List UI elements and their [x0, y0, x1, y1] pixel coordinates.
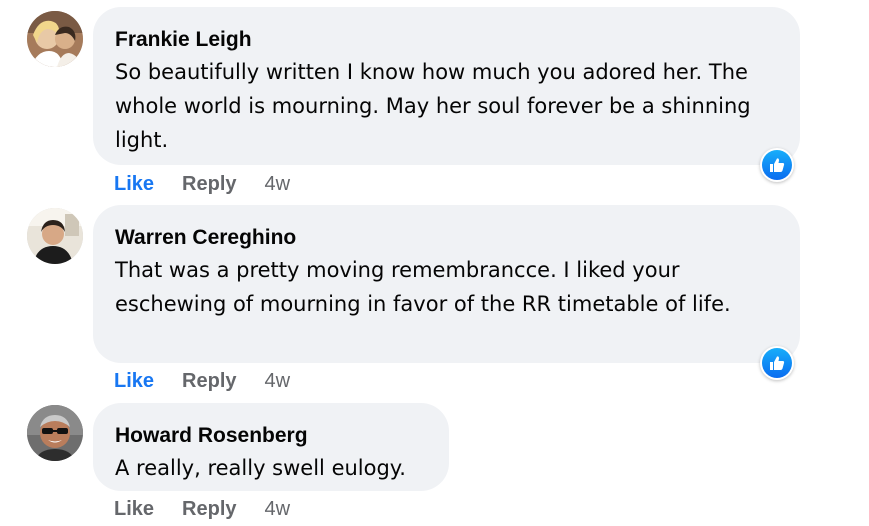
reaction-badge[interactable] — [760, 148, 794, 182]
comment-text: So beautifully written I know how much y… — [115, 60, 751, 152]
reply-button[interactable]: Reply — [182, 370, 236, 393]
comment-timestamp[interactable]: 4w — [265, 173, 291, 196]
comment-text: That was a pretty moving remembrancce. I… — [115, 258, 731, 316]
like-button[interactable]: Like — [114, 370, 154, 393]
comment-text: A really, really swell eulogy. — [115, 456, 406, 480]
like-button[interactable]: Like — [114, 498, 154, 521]
thumbs-up-icon — [770, 356, 785, 370]
reaction-badge[interactable] — [760, 346, 794, 380]
comment-bubble: Warren Cereghino That was a pretty movin… — [93, 205, 800, 363]
avatar[interactable] — [27, 208, 83, 264]
comment-bubble: Frankie Leigh So beautifully written I k… — [93, 7, 800, 165]
reply-button[interactable]: Reply — [182, 173, 236, 196]
comment-bubble: Howard Rosenberg A really, really swell … — [93, 403, 449, 491]
comment-timestamp[interactable]: 4w — [265, 370, 291, 393]
comment-actions: Like Reply 4w — [114, 367, 290, 395]
comment-author[interactable]: Howard Rosenberg — [115, 423, 427, 449]
comment-author[interactable]: Warren Cereghino — [115, 225, 778, 251]
comment-actions: Like Reply 4w — [114, 495, 290, 523]
comment-author[interactable]: Frankie Leigh — [115, 27, 778, 53]
comment-timestamp[interactable]: 4w — [265, 498, 291, 521]
reply-button[interactable]: Reply — [182, 498, 236, 521]
avatar[interactable] — [27, 11, 83, 67]
avatar[interactable] — [27, 405, 83, 461]
thumbs-up-icon — [770, 158, 785, 172]
comment-actions: Like Reply 4w — [114, 170, 290, 198]
like-button[interactable]: Like — [114, 173, 154, 196]
